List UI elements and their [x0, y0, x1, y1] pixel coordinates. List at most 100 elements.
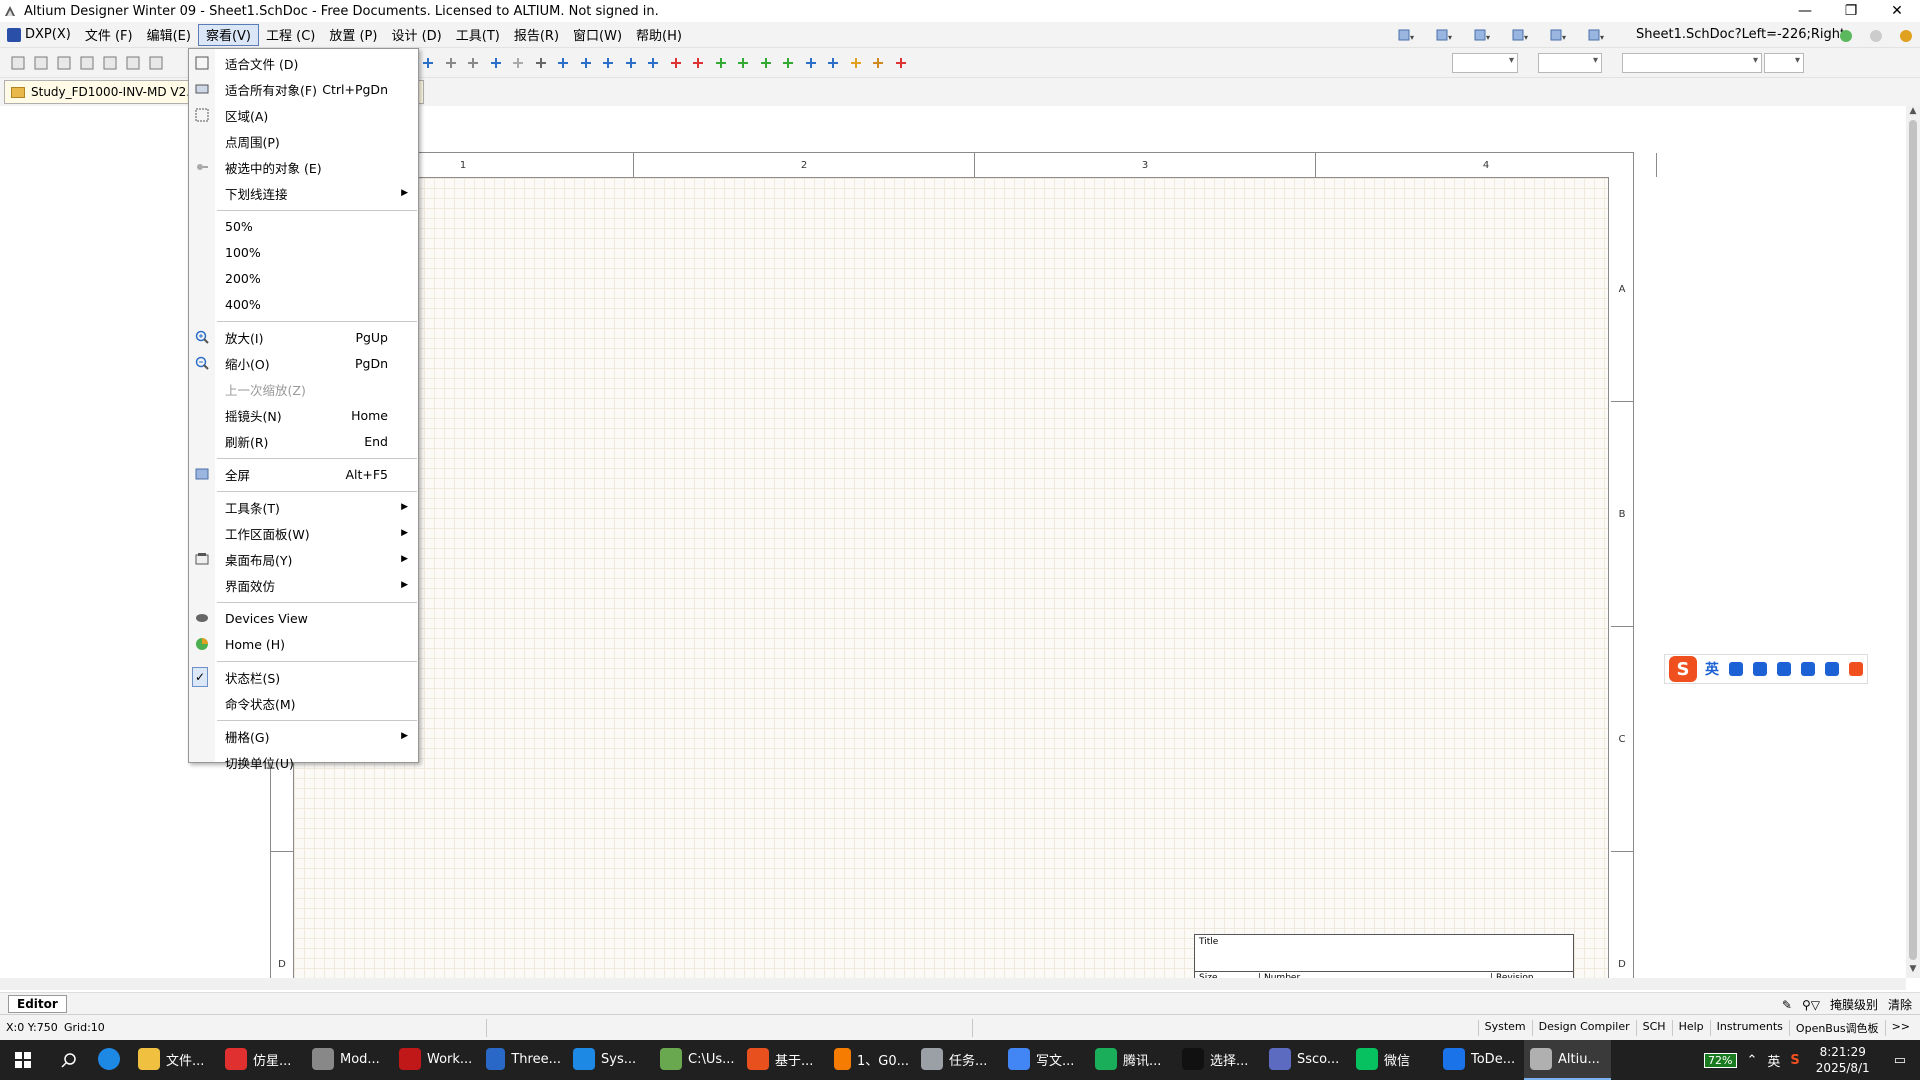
ime-language[interactable]: 英: [1705, 659, 1719, 679]
view-menu-item-28[interactable]: ✓ 状态栏(S): [189, 665, 418, 689]
menu-edit[interactable]: 编辑(E): [140, 24, 198, 46]
view-menu-item-2[interactable]: 区域(A): [189, 103, 418, 127]
menu-place[interactable]: 放置 (P): [322, 24, 384, 46]
view-menu-item-1[interactable]: 适合所有对象(F) Ctrl+PgDn: [189, 77, 418, 101]
sheet-symbol-icon[interactable]: [735, 55, 751, 71]
mask-level-button[interactable]: 掩膜级别: [1830, 996, 1878, 1013]
digital-devices-icon[interactable]: ▾: [1550, 27, 1566, 43]
sheet-address-box[interactable]: Sheet1.SchDoc?Left=-226;Right: [1636, 27, 1845, 42]
undo-icon[interactable]: [443, 55, 459, 71]
new-doc-icon[interactable]: [10, 55, 26, 71]
taskbar-item-10[interactable]: 写文...: [1002, 1040, 1089, 1080]
ime-toolbar[interactable]: S 英: [1664, 654, 1868, 684]
view-menu-item-12[interactable]: 放大(I) PgUp: [189, 325, 418, 349]
sim-sources-icon[interactable]: ▾: [1512, 27, 1528, 43]
view-menu-item-26[interactable]: Home (H): [189, 632, 418, 656]
view-menu-item-0[interactable]: 适合文件 (D): [189, 51, 418, 75]
taskbar-item-7[interactable]: 基于...: [741, 1040, 828, 1080]
wire-icon[interactable]: [555, 55, 571, 71]
scroll-up-icon[interactable]: ▲: [1906, 106, 1920, 120]
part-icon[interactable]: [713, 55, 729, 71]
vertical-scroll-thumb[interactable]: [1909, 120, 1917, 960]
nav-forward-icon[interactable]: [1868, 28, 1884, 44]
menu-help[interactable]: 帮助(H): [629, 24, 689, 46]
menu-tools[interactable]: 工具(T): [449, 24, 507, 46]
filter-icon[interactable]: ⚲▽: [1802, 998, 1820, 1012]
vertical-scrollbar[interactable]: ▲ ▼: [1906, 106, 1920, 978]
schematic-sheet[interactable]: 1234 AABBCCDD: [270, 152, 1657, 1077]
open-icon[interactable]: [33, 55, 49, 71]
view-menu-item-9[interactable]: 200%: [189, 266, 418, 290]
power-ports-icon[interactable]: ▾: [1474, 27, 1490, 43]
devices-icon[interactable]: [125, 55, 141, 71]
save-icon[interactable]: [56, 55, 72, 71]
minimize-button[interactable]: —: [1782, 0, 1828, 22]
view-menu-item-22[interactable]: 桌面布局(Y) ▶: [189, 547, 418, 571]
device-sheet-icon[interactable]: [780, 55, 796, 71]
off-sheet-icon[interactable]: [870, 55, 886, 71]
wiring-tools-icon[interactable]: ▾: [1398, 27, 1414, 43]
view-menu-item-23[interactable]: 界面效仿 ▶: [189, 573, 418, 597]
ime-skin-icon[interactable]: [1801, 662, 1815, 676]
taskbar-item-16[interactable]: Altiu...: [1524, 1040, 1611, 1080]
menu-view[interactable]: 察看(V): [197, 23, 259, 46]
harness-connector-icon[interactable]: [803, 55, 819, 71]
menu-project[interactable]: 工程 (C): [259, 24, 322, 46]
view-menu-item-29[interactable]: 命令状态(M): [189, 691, 418, 715]
bus-icon[interactable]: [578, 55, 594, 71]
view-menu-item-21[interactable]: 工作区面板(W) ▶: [189, 521, 418, 545]
menu-window[interactable]: 窗口(W): [566, 24, 629, 46]
close-button[interactable]: ✕: [1874, 0, 1920, 22]
net-label-icon[interactable]: [645, 55, 661, 71]
toolbar-combo-2[interactable]: [1538, 53, 1602, 73]
ime-extra-icon[interactable]: [1849, 662, 1863, 676]
windows-start-icon[interactable]: [0, 1040, 46, 1080]
view-menu-item-25[interactable]: Devices View: [189, 606, 418, 630]
signal-harness-icon[interactable]: [623, 55, 639, 71]
view-menu-item-32[interactable]: 切换单位(U): [189, 750, 418, 774]
cross-probe-icon[interactable]: [420, 55, 436, 71]
home-nav-icon[interactable]: [1898, 28, 1914, 44]
clock[interactable]: 8:21:29 2025/8/1: [1816, 1044, 1870, 1076]
view-menu-item-5[interactable]: 下划线连接 ▶: [189, 181, 418, 205]
taskbar-item-3[interactable]: Work...: [393, 1040, 480, 1080]
status-panel-0[interactable]: System: [1477, 1020, 1532, 1036]
taskbar-item-1[interactable]: 仿星...: [219, 1040, 306, 1080]
battery-indicator[interactable]: 72%: [1704, 1052, 1737, 1068]
no-erc-icon[interactable]: [893, 55, 909, 71]
up-down-icon[interactable]: [488, 55, 504, 71]
taskbar-item-11[interactable]: 腾讯...: [1089, 1040, 1176, 1080]
menu-design[interactable]: 设计 (D): [384, 24, 448, 46]
editor-tab[interactable]: Editor: [8, 995, 67, 1013]
taskbar-item-4[interactable]: Three...: [480, 1040, 567, 1080]
view-menu-item-8[interactable]: 100%: [189, 240, 418, 264]
ime-punctuation-icon[interactable]: [1729, 662, 1743, 676]
sheet-entry-icon[interactable]: [758, 55, 774, 71]
harness-entry-icon[interactable]: [825, 55, 841, 71]
menu-file[interactable]: 文件 (F): [78, 24, 140, 46]
view-menu-item-7[interactable]: 50%: [189, 214, 418, 238]
taskbar-edge-icon[interactable]: [92, 1040, 132, 1080]
taskbar-item-2[interactable]: Mod...: [306, 1040, 393, 1080]
taskbar-item-9[interactable]: 任务...: [915, 1040, 1002, 1080]
toolbar-combo-1[interactable]: [1452, 53, 1518, 73]
status-panel-2[interactable]: SCH: [1635, 1020, 1672, 1036]
sogou-tray-icon[interactable]: S: [1790, 1053, 1799, 1068]
taskbar-item-12[interactable]: 选择...: [1176, 1040, 1263, 1080]
menu-reports[interactable]: 报告(R): [507, 24, 566, 46]
toolbar-combo-3[interactable]: [1622, 53, 1762, 73]
tray-chevron-icon[interactable]: ⌃: [1747, 1053, 1758, 1068]
ime-voice-icon[interactable]: [1753, 662, 1767, 676]
status-more-icon[interactable]: >>: [1884, 1020, 1916, 1036]
status-panel-5[interactable]: OpenBus调色板: [1788, 1020, 1885, 1036]
scroll-down-icon[interactable]: ▼: [1906, 964, 1920, 978]
align-tools-icon[interactable]: ▾: [1436, 27, 1452, 43]
taskbar-item-0[interactable]: 文件...: [132, 1040, 219, 1080]
view-menu-item-10[interactable]: 400%: [189, 292, 418, 316]
view-menu-item-4[interactable]: 被选中的对象 (E): [189, 155, 418, 179]
status-panel-1[interactable]: Design Compiler: [1531, 1020, 1636, 1036]
pencil-icon[interactable]: ✎: [1782, 998, 1792, 1012]
browse-icon[interactable]: [533, 55, 549, 71]
redo-icon[interactable]: [465, 55, 481, 71]
view-menu-item-20[interactable]: 工具条(T) ▶: [189, 495, 418, 519]
